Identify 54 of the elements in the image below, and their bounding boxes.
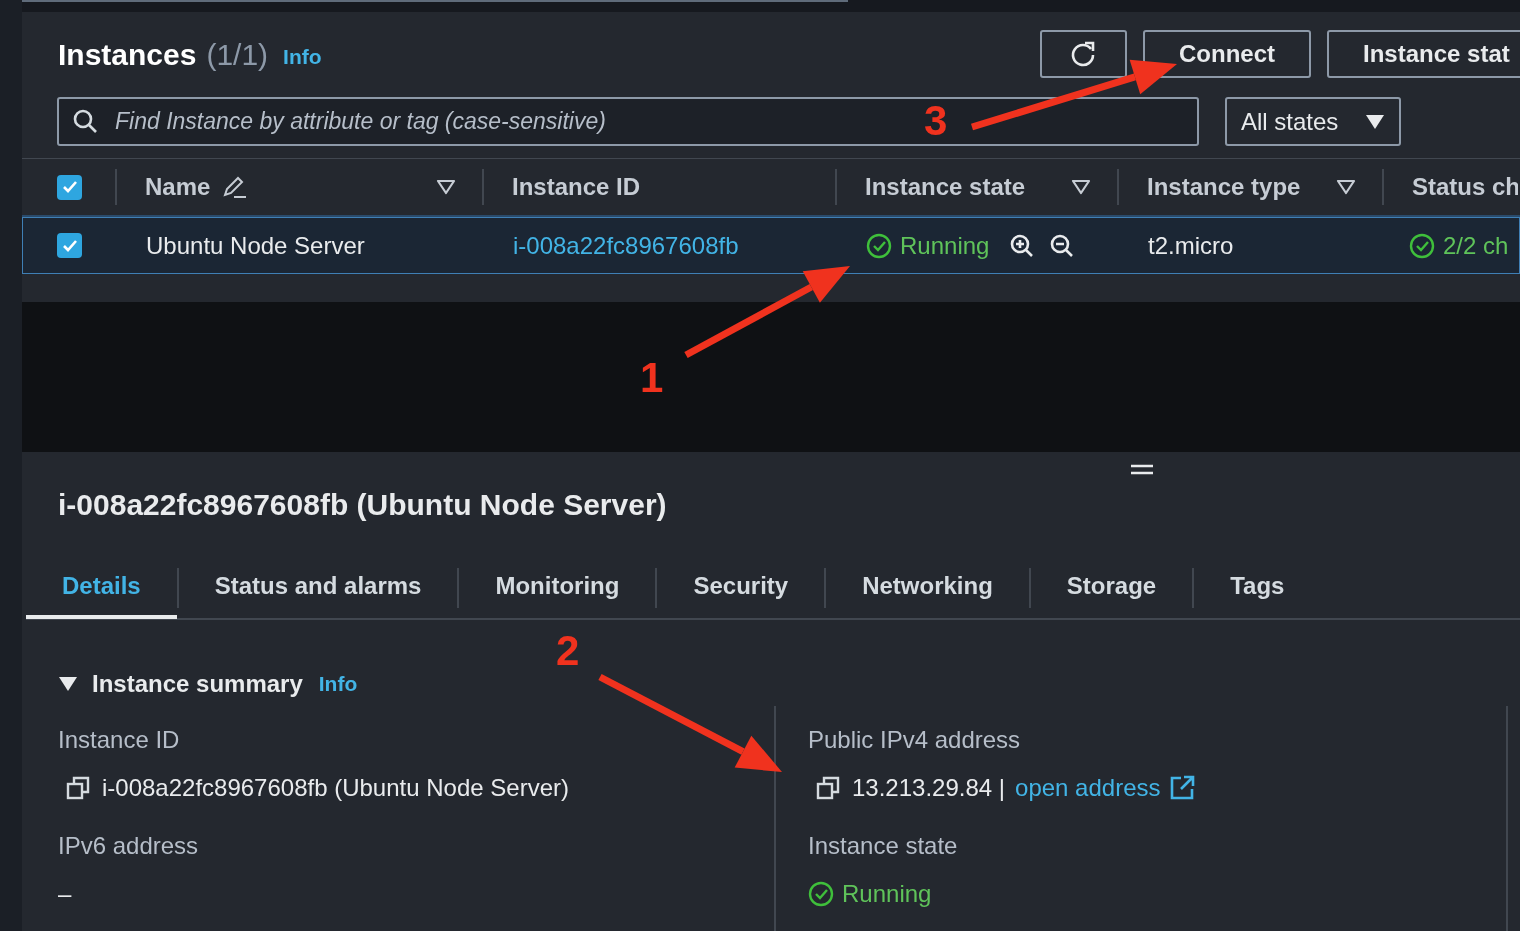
field-value: Running [842, 879, 932, 909]
open-address-link[interactable]: open address [1015, 770, 1195, 806]
column-header[interactable]: Instance type [1147, 169, 1301, 205]
table-row[interactable]: Ubuntu Node Server i-008a22fc8967608fb Running t2.micro 2/2 ch [22, 217, 1520, 274]
status-text: 2/2 ch [1443, 230, 1509, 261]
field-label: IPv6 address [58, 831, 200, 861]
copy-icon [816, 776, 840, 800]
tab[interactable]: Security [657, 557, 825, 619]
checkbox[interactable] [57, 233, 82, 258]
status-text: Running [900, 230, 990, 261]
external-link-icon [1168, 775, 1195, 801]
tab[interactable]: Monitoring [459, 557, 656, 619]
pencil-icon [222, 175, 249, 199]
column-header[interactable]: Name [145, 169, 211, 205]
column-header[interactable]: Instance ID [512, 169, 641, 205]
refresh-button[interactable] [1040, 30, 1127, 78]
field-value: i-008a22fc8967608fb (Ubuntu Node Server) [102, 773, 569, 803]
info-link[interactable]: Info [283, 40, 322, 73]
details-title: i-008a22fc8967608fb (Ubuntu Node Server) [58, 487, 667, 523]
copy-icon [66, 776, 90, 800]
tab[interactable]: Storage [1030, 557, 1193, 619]
column-header[interactable]: Instance state [865, 169, 1026, 205]
caret-down-icon[interactable] [58, 675, 78, 693]
filter-icon [436, 178, 456, 196]
action-button[interactable]: Instance stat [1327, 30, 1520, 78]
field-label: Public IPv4 address [808, 725, 1022, 755]
field-value: 13.213.29.84 | [852, 773, 1006, 803]
filter-icon [1336, 178, 1356, 196]
instance-id-link[interactable]: i-008a22fc8967608fb [513, 227, 739, 264]
field-value: – [58, 879, 72, 909]
caret-down-icon [1365, 112, 1385, 131]
search-icon [72, 108, 98, 134]
state-dropdown[interactable]: All states [1225, 97, 1401, 146]
column-header[interactable]: Status ch [1412, 169, 1518, 205]
annotation-number: 2 [556, 630, 580, 672]
check-circle-icon [1409, 232, 1435, 259]
tab[interactable]: Status and alarms [178, 557, 458, 619]
checkbox[interactable] [57, 174, 82, 200]
tab[interactable]: Networking [826, 557, 1029, 619]
check-circle-icon [808, 881, 834, 907]
annotation-number: 3 [924, 100, 948, 142]
instance-count: (1/1) [206, 37, 269, 73]
table-cell-text: Ubuntu Node Server [146, 230, 365, 261]
section-title: Instance summary [92, 669, 303, 699]
info-link[interactable]: Info [318, 668, 358, 700]
panel-title: Instances [58, 37, 197, 73]
field-label: Instance state [808, 831, 959, 861]
drag-handle-icon [1131, 464, 1153, 475]
tab[interactable]: Tags [1194, 557, 1321, 619]
filter-icon [1071, 178, 1091, 196]
table-cell-text: t2.micro [1148, 230, 1234, 261]
field-label: Instance ID [58, 725, 181, 755]
annotation-number: 1 [640, 357, 664, 399]
check-circle-icon [866, 232, 892, 259]
